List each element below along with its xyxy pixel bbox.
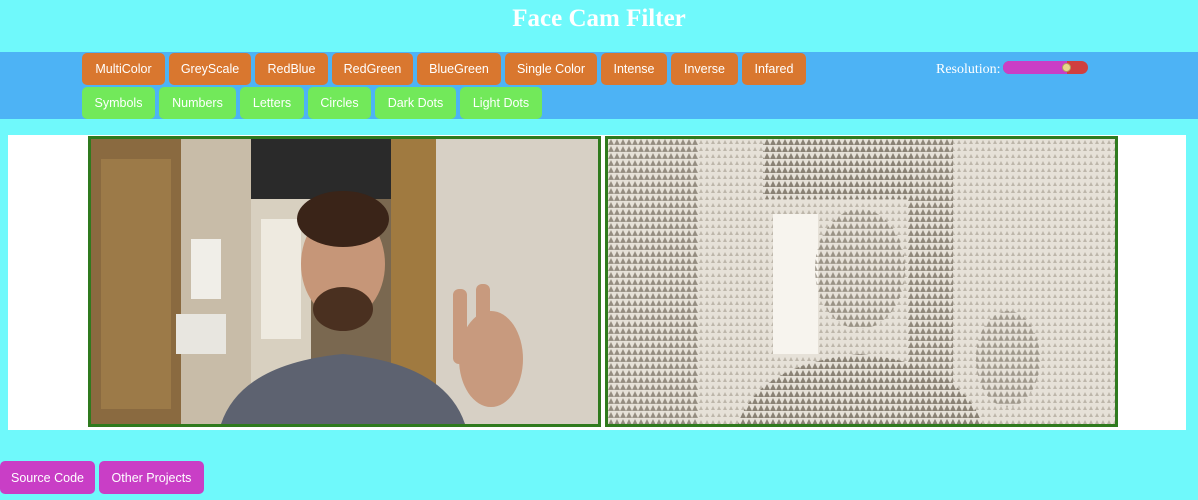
intense-button[interactable]: Intense [601,53,667,85]
video-stage [8,135,1186,430]
symbols-button[interactable]: Symbols [82,87,155,119]
infared-button[interactable]: Infared [742,53,806,85]
toolbar: MultiColor GreyScale RedBlue RedGreen Bl… [0,52,1198,119]
webcam-video [88,136,601,427]
redblue-button[interactable]: RedBlue [255,53,328,85]
circles-button[interactable]: Circles [308,87,371,119]
resolution-slider-thumb[interactable] [1061,63,1071,72]
greyscale-button[interactable]: GreyScale [169,53,251,85]
numbers-button[interactable]: Numbers [159,87,236,119]
redgreen-button[interactable]: RedGreen [332,53,413,85]
letters-button[interactable]: Letters [240,87,304,119]
resolution-slider-fill [1003,61,1067,74]
page-title: Face Cam Filter [512,5,686,32]
other-projects-button[interactable]: Other Projects [99,461,204,494]
single-color-button[interactable]: Single Color [505,53,597,85]
source-code-button[interactable]: Source Code [0,461,95,494]
light-dots-button[interactable]: Light Dots [460,87,542,119]
inverse-button[interactable]: Inverse [671,53,738,85]
bluegreen-button[interactable]: BlueGreen [417,53,501,85]
resolution-slider[interactable] [1003,61,1088,74]
filtered-video [605,136,1118,427]
resolution-label: Resolution: [936,62,1001,77]
dark-dots-button[interactable]: Dark Dots [375,87,456,119]
webcam-frame-image [91,139,598,424]
multicolor-button[interactable]: MultiColor [82,53,165,85]
filtered-frame-image [608,139,1115,424]
